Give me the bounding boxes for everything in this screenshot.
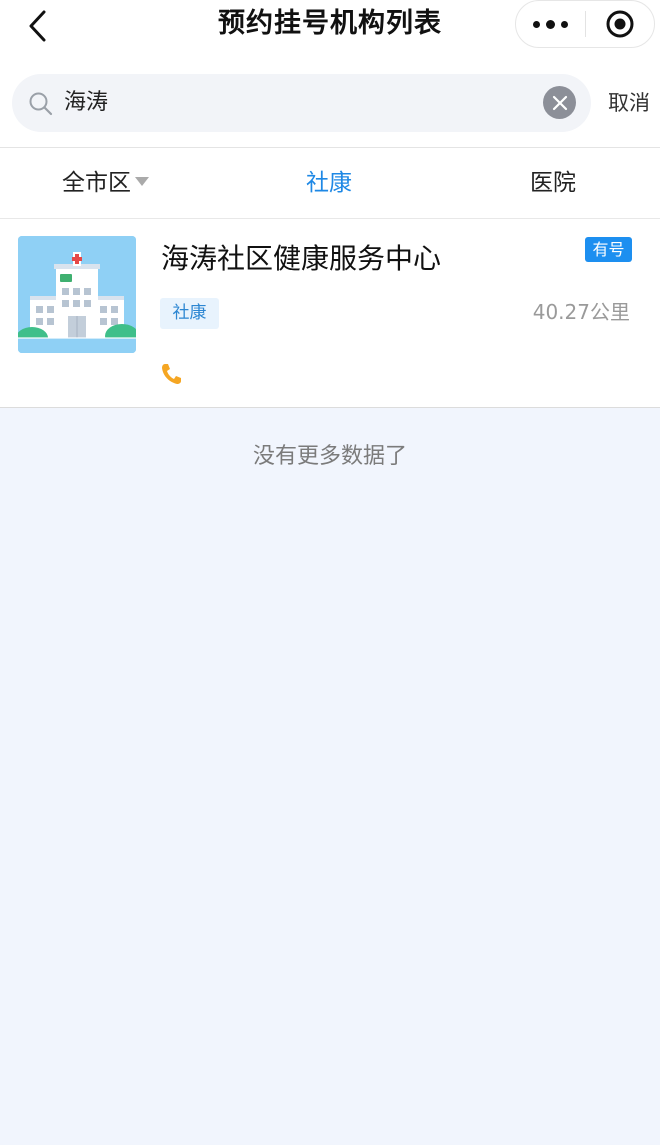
no-more-data-text: 没有更多数据了 [252, 444, 407, 469]
mini-program-capsule [515, 0, 655, 48]
search-icon [29, 92, 53, 116]
more-dots-icon [530, 19, 571, 29]
clear-icon [552, 95, 567, 110]
close-mini-program-button[interactable] [586, 1, 655, 47]
target-circle-icon [606, 10, 634, 38]
filter-tab-community[interactable]: 社康 [306, 148, 352, 218]
more-button[interactable] [516, 1, 585, 47]
phone-icon[interactable] [160, 362, 182, 390]
institution-list-item[interactable]: 海涛社区健康服务中心 有号 社康 40.27公里 [0, 219, 660, 408]
filter-district-label: 全市区 [62, 170, 131, 196]
filter-bar: 全市区 社康 医院 [0, 147, 660, 219]
institution-type-tag: 社康 [160, 298, 219, 329]
search-input-value: 海涛 [64, 90, 109, 115]
search-input[interactable]: 海涛 [12, 74, 591, 132]
cancel-button[interactable]: 取消 [608, 74, 650, 132]
top-nav-bar: 预约挂号机构列表 [0, 0, 660, 62]
search-area: 海涛 取消 [0, 62, 660, 147]
institution-name: 海涛社区健康服务中心 [161, 242, 442, 275]
availability-badge: 有号 [585, 237, 632, 262]
filter-district-dropdown[interactable]: 全市区 [62, 148, 149, 218]
institution-distance: 40.27公里 [532, 300, 630, 324]
clear-search-button[interactable] [543, 86, 576, 119]
caret-down-icon [135, 177, 149, 186]
filter-tab-hospital[interactable]: 医院 [530, 148, 576, 218]
hospital-building-image [18, 236, 136, 353]
